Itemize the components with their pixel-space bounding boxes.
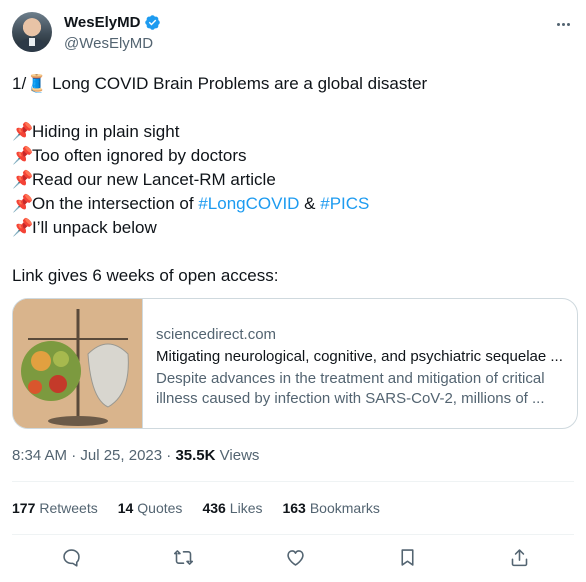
reply-button[interactable]	[58, 544, 84, 570]
avatar[interactable]	[12, 12, 52, 52]
tweet-meta: 8:34 AM · Jul 25, 2023 · 35.5K Views	[12, 447, 260, 464]
tweet-bullet-1: 📌Hiding in plain sight	[12, 120, 572, 144]
more-icon[interactable]	[552, 14, 574, 34]
tweet-bullet-4: 📌On the intersection of #LongCOVID & #PI…	[12, 192, 572, 216]
verified-badge-icon	[145, 15, 161, 30]
card-domain: sciencedirect.com	[156, 326, 277, 343]
retweet-button[interactable]	[170, 544, 196, 570]
tweet-bullet-2: 📌Too often ignored by doctors	[12, 144, 572, 168]
timestamp[interactable]: 8:34 AM · Jul 25, 2023	[12, 447, 162, 464]
author-name-line: WesElyMD	[64, 14, 161, 31]
quotes-stat[interactable]: 14 Quotes	[118, 500, 183, 516]
bookmark-icon	[400, 548, 414, 566]
pushpin-icon: 📌	[12, 218, 34, 237]
like-button[interactable]	[282, 544, 308, 570]
tweet-header: WesElyMD @WesElyMD	[12, 12, 574, 56]
tweet-stats: 177 Retweets 14 Quotes 436 Likes 163 Bookmar…	[12, 500, 380, 516]
share-button[interactable]	[506, 544, 532, 570]
views-label: Views	[219, 447, 260, 464]
author-display-name[interactable]: WesElyMD	[64, 14, 140, 31]
tweet-line-1: 1/🧵 Long COVID Brain Problems are a glob…	[12, 74, 428, 93]
pushpin-icon: 📌	[12, 170, 34, 189]
divider	[12, 481, 574, 482]
views-count: 35.5K	[175, 447, 216, 464]
card-thumbnail	[13, 299, 143, 428]
pushpin-icon: 📌	[12, 146, 34, 165]
scale-illustration	[13, 299, 142, 428]
link-preview-card[interactable]: sciencedirect.com Mitigating neurologica…	[12, 298, 578, 429]
hashtag-link[interactable]: #LongCOVID	[198, 194, 299, 213]
tweet-bullet-3: 📌Read our new Lancet-RM article	[12, 168, 572, 192]
share-icon	[511, 548, 527, 566]
bookmarks-stat[interactable]: 163 Bookmarks	[282, 500, 379, 516]
tweet-body: 1/🧵 Long COVID Brain Problems are a glob…	[12, 72, 572, 288]
retweets-stat[interactable]: 177 Retweets	[12, 500, 98, 516]
divider	[12, 534, 574, 535]
retweet-icon	[173, 549, 193, 565]
card-text: sciencedirect.com Mitigating neurologica…	[156, 325, 568, 409]
tweet-actions	[12, 544, 574, 570]
likes-stat[interactable]: 436 Likes	[202, 500, 262, 516]
card-title: Mitigating neurological, cognitive, and …	[156, 348, 563, 365]
card-description: Despite advances in the treatment and mi…	[156, 370, 545, 407]
bookmark-button[interactable]	[394, 544, 420, 570]
heart-icon	[286, 549, 304, 566]
pushpin-icon: 📌	[12, 194, 34, 213]
author-handle[interactable]: @WesElyMD	[64, 35, 153, 52]
pushpin-icon: 📌	[12, 122, 34, 141]
tweet-link-line: Link gives 6 weeks of open access:	[12, 266, 279, 285]
tweet-bullet-5: 📌I’ll unpack below	[12, 216, 572, 240]
reply-icon	[62, 548, 80, 567]
hashtag-link[interactable]: #PICS	[320, 194, 369, 213]
